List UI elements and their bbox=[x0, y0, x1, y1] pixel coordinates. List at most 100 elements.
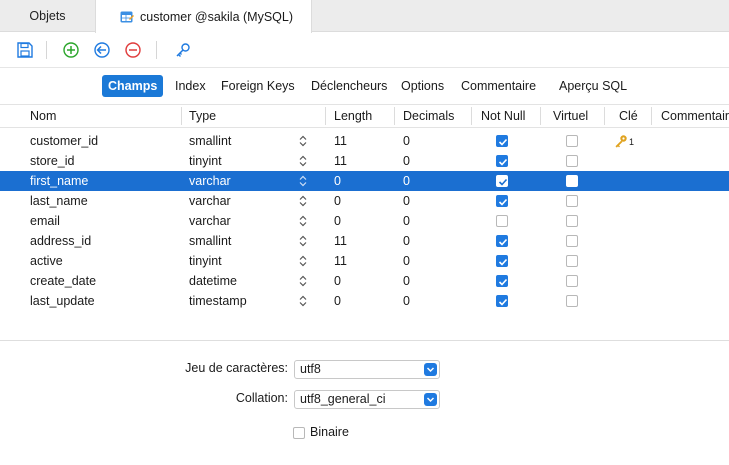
field-row[interactable]: customer_id smallint 11 0 1 bbox=[0, 131, 729, 151]
field-name-cell[interactable]: last_name bbox=[30, 191, 88, 211]
virtual-checkbox[interactable] bbox=[566, 275, 578, 287]
column-divider[interactable] bbox=[181, 107, 182, 125]
type-stepper-icon[interactable] bbox=[299, 155, 307, 167]
column-header-nom[interactable]: Nom bbox=[30, 105, 56, 127]
subtab-index[interactable]: Index bbox=[175, 75, 206, 97]
field-type-cell[interactable]: tinyint bbox=[189, 151, 222, 171]
field-length-cell[interactable]: 11 bbox=[334, 151, 347, 171]
not-null-checkbox[interactable] bbox=[496, 155, 508, 167]
not-null-checkbox[interactable] bbox=[496, 275, 508, 287]
virtual-checkbox[interactable] bbox=[566, 255, 578, 267]
not-null-checkbox[interactable] bbox=[496, 255, 508, 267]
column-header-commentaire[interactable]: Commentaire bbox=[661, 105, 729, 127]
field-type-cell[interactable]: smallint bbox=[189, 131, 231, 151]
insert-field-button[interactable] bbox=[93, 41, 111, 59]
field-row[interactable]: create_date datetime 0 0 bbox=[0, 271, 729, 291]
subtab-champs[interactable]: Champs bbox=[102, 75, 164, 97]
primary-key-button[interactable] bbox=[174, 41, 192, 59]
field-row[interactable]: store_id tinyint 11 0 bbox=[0, 151, 729, 171]
subtab-commentaire[interactable]: Commentaire bbox=[461, 75, 536, 97]
not-null-checkbox[interactable] bbox=[496, 215, 508, 227]
field-type-cell[interactable]: varchar bbox=[189, 211, 231, 231]
virtual-checkbox[interactable] bbox=[566, 195, 578, 207]
field-type-cell[interactable]: varchar bbox=[189, 171, 231, 191]
field-row[interactable]: address_id smallint 11 0 bbox=[0, 231, 729, 251]
field-length-cell[interactable]: 0 bbox=[334, 291, 341, 311]
subtab-foreign-keys[interactable]: Foreign Keys bbox=[221, 75, 295, 97]
column-divider[interactable] bbox=[325, 107, 326, 125]
field-type-cell[interactable]: smallint bbox=[189, 231, 231, 251]
field-name-cell[interactable]: email bbox=[30, 211, 60, 231]
collation-select[interactable]: utf8_general_ci bbox=[294, 390, 440, 409]
field-row[interactable]: last_update timestamp 0 0 bbox=[0, 291, 729, 311]
charset-select[interactable]: utf8 bbox=[294, 360, 440, 379]
field-type-cell[interactable]: timestamp bbox=[189, 291, 247, 311]
virtual-checkbox[interactable] bbox=[566, 175, 578, 187]
virtual-checkbox[interactable] bbox=[566, 215, 578, 227]
field-name-cell[interactable]: address_id bbox=[30, 231, 91, 251]
field-type-cell[interactable]: varchar bbox=[189, 191, 231, 211]
field-decimals-cell[interactable]: 0 bbox=[403, 191, 410, 211]
field-type-cell[interactable]: tinyint bbox=[189, 251, 222, 271]
type-stepper-icon[interactable] bbox=[299, 255, 307, 267]
column-divider[interactable] bbox=[471, 107, 472, 125]
not-null-checkbox[interactable] bbox=[496, 135, 508, 147]
type-stepper-icon[interactable] bbox=[299, 135, 307, 147]
not-null-checkbox[interactable] bbox=[496, 195, 508, 207]
virtual-checkbox[interactable] bbox=[566, 235, 578, 247]
save-button[interactable] bbox=[16, 41, 34, 59]
field-name-cell[interactable]: create_date bbox=[30, 271, 96, 291]
type-stepper-icon[interactable] bbox=[299, 235, 307, 247]
field-row[interactable]: active tinyint 11 0 bbox=[0, 251, 729, 271]
virtual-checkbox[interactable] bbox=[566, 295, 578, 307]
type-stepper-icon[interactable] bbox=[299, 195, 307, 207]
field-row[interactable]: last_name varchar 0 0 bbox=[0, 191, 729, 211]
field-length-cell[interactable]: 0 bbox=[334, 171, 341, 191]
column-header-decimals[interactable]: Decimals bbox=[403, 105, 454, 127]
field-decimals-cell[interactable]: 0 bbox=[403, 251, 410, 271]
column-divider[interactable] bbox=[651, 107, 652, 125]
subtab-options[interactable]: Options bbox=[401, 75, 444, 97]
type-stepper-icon[interactable] bbox=[299, 275, 307, 287]
binary-checkbox[interactable] bbox=[293, 427, 305, 439]
field-name-cell[interactable]: first_name bbox=[30, 171, 88, 191]
field-decimals-cell[interactable]: 0 bbox=[403, 211, 410, 231]
virtual-checkbox[interactable] bbox=[566, 155, 578, 167]
field-decimals-cell[interactable]: 0 bbox=[403, 151, 410, 171]
type-stepper-icon[interactable] bbox=[299, 175, 307, 187]
type-stepper-icon[interactable] bbox=[299, 215, 307, 227]
field-decimals-cell[interactable]: 0 bbox=[403, 171, 410, 191]
delete-field-button[interactable] bbox=[124, 41, 142, 59]
type-stepper-icon[interactable] bbox=[299, 295, 307, 307]
field-name-cell[interactable]: customer_id bbox=[30, 131, 98, 151]
field-length-cell[interactable]: 11 bbox=[334, 251, 347, 271]
column-header-length[interactable]: Length bbox=[334, 105, 372, 127]
column-divider[interactable] bbox=[540, 107, 541, 125]
field-name-cell[interactable]: last_update bbox=[30, 291, 95, 311]
tab-customer-table[interactable]: customer @sakila (MySQL) bbox=[95, 0, 312, 33]
add-field-button[interactable] bbox=[62, 41, 80, 59]
field-type-cell[interactable]: datetime bbox=[189, 271, 237, 291]
subtab-declencheurs[interactable]: Déclencheurs bbox=[311, 75, 387, 97]
field-row[interactable]: first_name varchar 0 0 bbox=[0, 171, 729, 191]
field-decimals-cell[interactable]: 0 bbox=[403, 131, 410, 151]
not-null-checkbox[interactable] bbox=[496, 175, 508, 187]
field-length-cell[interactable]: 0 bbox=[334, 191, 341, 211]
field-length-cell[interactable]: 0 bbox=[334, 271, 341, 291]
column-header-not-null[interactable]: Not Null bbox=[481, 105, 525, 127]
column-header-cle[interactable]: Clé bbox=[619, 105, 638, 127]
not-null-checkbox[interactable] bbox=[496, 235, 508, 247]
field-decimals-cell[interactable]: 0 bbox=[403, 271, 410, 291]
field-length-cell[interactable]: 11 bbox=[334, 231, 347, 251]
field-name-cell[interactable]: active bbox=[30, 251, 63, 271]
field-row[interactable]: email varchar 0 0 bbox=[0, 211, 729, 231]
field-decimals-cell[interactable]: 0 bbox=[403, 231, 410, 251]
column-divider[interactable] bbox=[604, 107, 605, 125]
virtual-checkbox[interactable] bbox=[566, 135, 578, 147]
field-decimals-cell[interactable]: 0 bbox=[403, 291, 410, 311]
subtab-apercu-sql[interactable]: Aperçu SQL bbox=[559, 75, 627, 97]
field-name-cell[interactable]: store_id bbox=[30, 151, 74, 171]
not-null-checkbox[interactable] bbox=[496, 295, 508, 307]
column-header-virtuel[interactable]: Virtuel bbox=[553, 105, 588, 127]
field-length-cell[interactable]: 11 bbox=[334, 131, 347, 151]
